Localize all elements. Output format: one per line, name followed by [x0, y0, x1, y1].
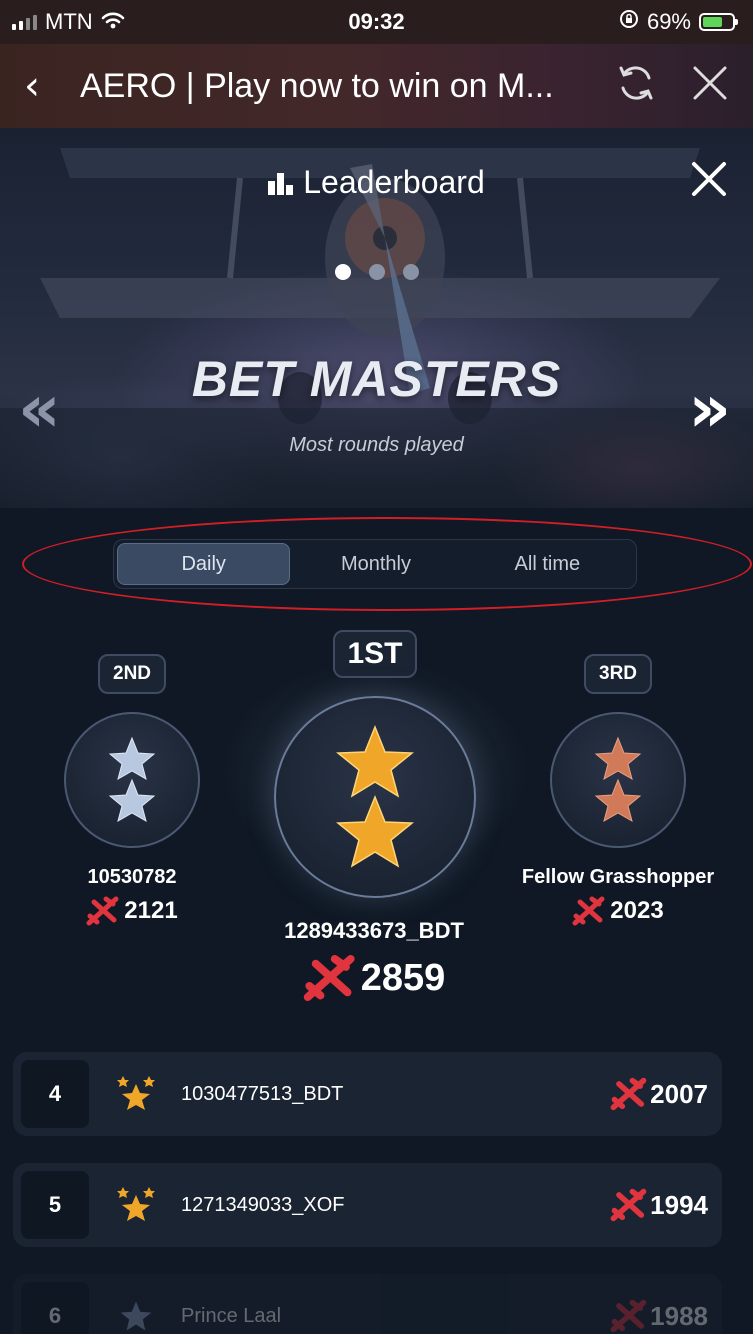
- avatar-first: [274, 696, 476, 898]
- score-value: 1988: [650, 1300, 708, 1331]
- row-name: 1271349033_XOF: [181, 1193, 345, 1216]
- nav-title: AERO | Play now to win on M...: [80, 66, 554, 105]
- status-bar: MTN 09:32 69%: [0, 0, 753, 44]
- hero-heading: BET MASTERS: [191, 351, 562, 407]
- back-chevron-icon[interactable]: ‹: [24, 66, 68, 106]
- nav-bar: ‹ AERO | Play now to win on M...: [0, 44, 753, 128]
- carrier-label: MTN: [45, 9, 93, 34]
- list-item: 6 Prince Laal 1988: [13, 1274, 722, 1334]
- hero-subtitle: Most rounds played: [289, 434, 464, 456]
- leaderboard-close-icon[interactable]: [691, 158, 727, 204]
- leaderboard-hero: Leaderboard « BET MASTERS » Most rounds …: [0, 128, 753, 508]
- score-value: 2007: [650, 1078, 708, 1109]
- podium: 2ND 10530782 2121 1ST 1289433673_BDT 285…: [0, 620, 753, 1020]
- score-value: 2023: [610, 897, 664, 924]
- row-score: 2007: [610, 1077, 708, 1111]
- score-value: 1994: [650, 1189, 708, 1220]
- bronze-stars-icon: [594, 736, 642, 823]
- avatar-third: [550, 712, 686, 848]
- refresh-icon[interactable]: [615, 62, 657, 111]
- rank-badge-second: 2ND: [98, 654, 166, 694]
- row-name: Prince Laal: [181, 1304, 282, 1327]
- battery-percent: 69%: [646, 9, 691, 34]
- hero-title: Leaderboard: [0, 164, 753, 201]
- row-name: 1030477513_BDT: [181, 1082, 344, 1105]
- status-left: MTN: [12, 9, 125, 35]
- carousel-dot[interactable]: [402, 264, 419, 280]
- list-item: 5 1271349033_XOF 1994: [13, 1163, 722, 1247]
- leaderboard-icon: [268, 171, 294, 195]
- row-score: 1988: [610, 1299, 708, 1333]
- player-name-second: 10530782: [87, 866, 177, 888]
- silver-stars-icon: [108, 736, 156, 823]
- avatar-second: [64, 712, 200, 848]
- row-score: 1994: [610, 1188, 708, 1222]
- gold-stars-icon: [105, 1074, 167, 1114]
- battery-icon: [699, 13, 738, 31]
- player-name-first: 1289433673_BDT: [284, 918, 464, 943]
- next-arrow-icon[interactable]: »: [688, 376, 731, 442]
- carousel-dot[interactable]: [368, 264, 385, 280]
- period-tabs: Daily Monthly All time: [113, 539, 637, 589]
- score-value: 2121: [124, 897, 178, 924]
- plane-score-icon: [610, 1077, 647, 1111]
- rotation-lock-icon: [619, 9, 639, 35]
- hero-title-text: Leaderboard: [303, 164, 485, 200]
- tab-all-time[interactable]: All time: [462, 543, 633, 585]
- plane-score-icon: [610, 1188, 647, 1222]
- row-rank: 6: [21, 1282, 89, 1334]
- star-icon: [105, 1299, 167, 1333]
- player-name-third: Fellow Grasshopper: [521, 866, 715, 888]
- signal-icon: [12, 14, 37, 30]
- list-item: 4 1030477513_BDT 2007: [13, 1052, 722, 1136]
- player-score-first: 2859: [224, 954, 524, 1002]
- player-score-second: 2121: [32, 896, 232, 926]
- plane-score-icon: [610, 1299, 647, 1333]
- player-score-third: 2023: [518, 896, 718, 926]
- score-value: 2859: [360, 956, 446, 999]
- rank-badge-first: 1ST: [333, 630, 417, 678]
- row-rank: 4: [21, 1060, 89, 1128]
- status-right: 69%: [619, 9, 738, 35]
- gold-stars-icon: [335, 724, 415, 868]
- nav-icons: [615, 62, 729, 111]
- row-rank: 5: [21, 1171, 89, 1239]
- tab-daily[interactable]: Daily: [117, 543, 291, 585]
- plane-score-icon: [572, 896, 605, 926]
- leaderboard-list: 4 1030477513_BDT 2007 5 1271349033_XOF 1…: [13, 1052, 722, 1334]
- carousel-dot[interactable]: [334, 264, 351, 280]
- carousel-dots: [0, 264, 753, 280]
- close-icon[interactable]: [691, 64, 729, 109]
- plane-score-icon: [303, 954, 355, 1002]
- gold-stars-icon: [105, 1185, 167, 1225]
- tab-monthly[interactable]: Monthly: [290, 543, 461, 585]
- wifi-icon: [101, 9, 125, 35]
- rank-badge-third: 3RD: [584, 654, 652, 694]
- plane-score-icon: [86, 896, 119, 926]
